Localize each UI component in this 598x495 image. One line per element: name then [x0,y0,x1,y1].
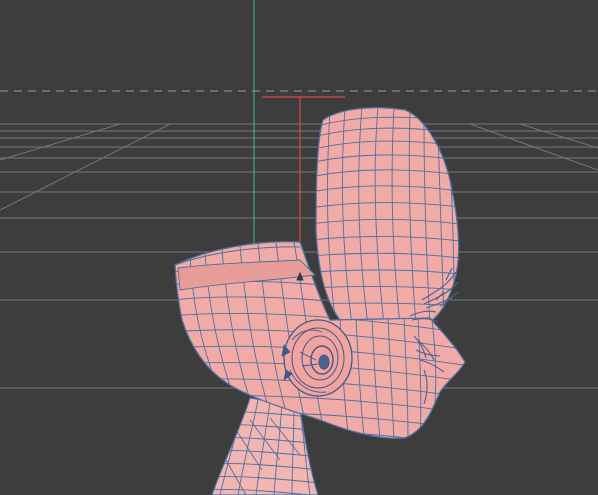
viewport-scene[interactable] [0,0,598,495]
3d-viewport[interactable] [0,0,598,495]
cranium-mesh[interactable] [310,106,460,325]
